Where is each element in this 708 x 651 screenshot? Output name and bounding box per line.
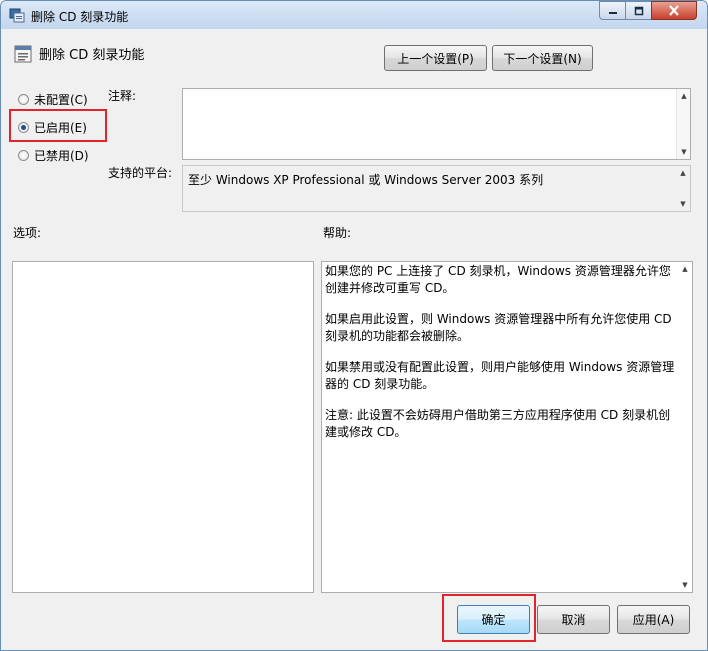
options-label: 选项: [13,226,42,240]
close-icon [669,5,679,16]
scroll-up-icon[interactable]: ▲ [676,166,690,180]
scroll-down-icon[interactable]: ▼ [678,578,692,592]
platform-value: 至少 Windows XP Professional 或 Windows Ser… [188,173,544,187]
scroll-up-icon[interactable]: ▲ [677,89,691,103]
radio-enabled[interactable]: 已启用(E) [18,119,87,136]
comment-label: 注释: [108,89,137,103]
policy-app-icon [9,8,25,23]
radio-enabled-circle[interactable] [18,122,29,133]
platform-field: 至少 Windows XP Professional 或 Windows Ser… [182,165,691,212]
title-bar[interactable]: 删除 CD 刻录功能 [1,1,707,29]
minimize-icon [608,11,617,14]
help-pane[interactable]: 如果您的 PC 上连接了 CD 刻录机，Windows 资源管理器允许您创建并修… [321,261,693,593]
help-label: 帮助: [323,226,352,240]
help-paragraph: 如果启用此设置，则 Windows 资源管理器中所有允许您使用 CD 刻录机的功… [325,312,672,343]
radio-enabled-label: 已启用(E) [34,121,87,135]
help-paragraph: 如果您的 PC 上连接了 CD 刻录机，Windows 资源管理器允许您创建并修… [325,264,671,295]
previous-setting-button[interactable]: 上一个设置(P) [384,45,487,71]
close-button[interactable] [651,1,697,20]
cancel-button[interactable]: 取消 [537,605,610,634]
help-text: 如果您的 PC 上连接了 CD 刻录机，Windows 资源管理器允许您创建并修… [325,263,677,455]
setting-title: 删除 CD 刻录功能 [39,48,145,63]
ok-button[interactable]: 确定 [457,605,530,634]
maximize-icon [634,6,643,15]
dialog-body: 删除 CD 刻录功能 上一个设置(P) 下一个设置(N) 未配置(C) 已启用(… [8,30,701,644]
window-title: 删除 CD 刻录功能 [31,10,129,24]
radio-disabled[interactable]: 已禁用(D) [18,147,89,164]
platform-scrollbar[interactable]: ▲ ▼ [676,166,690,211]
maximize-button[interactable] [625,1,652,20]
help-paragraph: 如果禁用或没有配置此设置，则用户能够使用 Windows 资源管理器的 CD 刻… [325,360,675,391]
options-pane[interactable] [12,261,314,593]
radio-not-configured[interactable]: 未配置(C) [18,91,88,108]
scroll-down-icon[interactable]: ▼ [676,197,690,211]
apply-button[interactable]: 应用(A) [617,605,690,634]
policy-dialog-window: 删除 CD 刻录功能 删除 CD 刻录功能 上一个设置(P) 下一个设置(N) … [0,0,708,651]
comment-scrollbar[interactable]: ▲ ▼ [676,89,690,159]
scroll-up-icon[interactable]: ▲ [678,262,692,276]
minimize-button[interactable] [599,1,626,20]
platform-label: 支持的平台: [108,166,173,180]
radio-disabled-circle[interactable] [18,150,29,161]
radio-not-configured-circle[interactable] [18,94,29,105]
radio-selected-dot [21,125,26,130]
radio-not-configured-label: 未配置(C) [34,93,88,107]
help-scrollbar[interactable]: ▲ ▼ [678,262,692,592]
policy-setting-icon [14,45,32,63]
help-paragraph: 注意: 此设置不会妨碍用户借助第三方应用程序使用 CD 刻录机创建或修改 CD。 [325,408,671,439]
comment-textarea[interactable]: ▲ ▼ [182,88,691,160]
radio-disabled-label: 已禁用(D) [34,149,89,163]
next-setting-button[interactable]: 下一个设置(N) [492,45,593,71]
scroll-down-icon[interactable]: ▼ [677,145,691,159]
